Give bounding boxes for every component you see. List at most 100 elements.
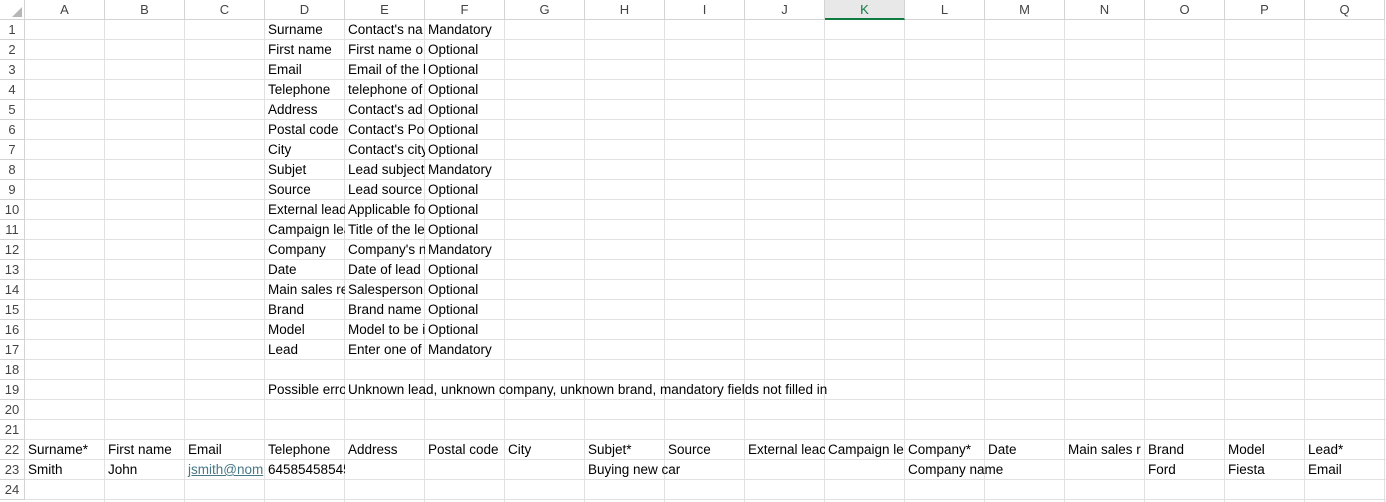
cell-field-name[interactable]: City [265, 140, 345, 160]
select-all-corner[interactable] [0, 0, 25, 20]
cell-example-value[interactable] [1065, 460, 1145, 480]
cell-import-header[interactable]: Lead* [1305, 440, 1385, 460]
cell-field-status[interactable]: Optional [425, 40, 505, 60]
column-header-b[interactable]: B [105, 0, 185, 20]
cell-field-status[interactable]: Optional [425, 200, 505, 220]
cell-field-status[interactable]: Optional [425, 140, 505, 160]
column-header-f[interactable]: F [425, 0, 505, 20]
column-header-l[interactable]: L [905, 0, 985, 20]
cell-import-header[interactable]: Subjet* [585, 440, 665, 460]
cell-example-value[interactable]: Company name [905, 460, 1003, 480]
column-header-n[interactable]: N [1065, 0, 1145, 20]
cell-field-name[interactable]: Surname [265, 20, 345, 40]
row-header-6[interactable]: 6 [0, 120, 25, 140]
cell-import-header[interactable]: Address [345, 440, 425, 460]
cell-example-value[interactable]: Ford [1145, 460, 1225, 480]
cell-field-status[interactable]: Optional [425, 100, 505, 120]
cell-field-name[interactable]: Source [265, 180, 345, 200]
cell-import-header[interactable]: Model [1225, 440, 1305, 460]
cell-field-status[interactable]: Optional [425, 180, 505, 200]
cell-field-status[interactable]: Optional [425, 120, 505, 140]
column-header-h[interactable]: H [585, 0, 665, 20]
cell-import-header[interactable]: First name [105, 440, 185, 460]
cell-import-header[interactable]: Company* [905, 440, 985, 460]
cell-field-name[interactable]: Main sales re [265, 280, 345, 300]
column-header-p[interactable]: P [1225, 0, 1305, 20]
cell-example-value[interactable]: Buying new car [585, 460, 680, 480]
cell-field-name[interactable]: Telephone [265, 80, 345, 100]
row-header-4[interactable]: 4 [0, 80, 25, 100]
cell-field-description[interactable]: Email of the l [345, 60, 425, 80]
row-header-19[interactable]: 19 [0, 380, 25, 400]
cell-import-header[interactable]: External leac [745, 440, 825, 460]
spreadsheet[interactable]: A B C D E F G H I J K L M N O P Q 1 2 3 4 5 6 7 8 9 10 11 12 13 14 15 16… [0, 0, 1386, 502]
cell-import-header[interactable]: Main sales r [1065, 440, 1145, 460]
row-header-16[interactable]: 16 [0, 320, 25, 340]
row-header-18[interactable]: 18 [0, 360, 25, 380]
column-header-q[interactable]: Q [1305, 0, 1385, 20]
cell-field-description[interactable]: telephone of [345, 80, 425, 100]
cell-field-description[interactable]: Brand name [345, 300, 425, 320]
cell-example-value[interactable] [345, 460, 425, 480]
cell-field-description[interactable]: Contact's Po [345, 120, 425, 140]
cell-import-header[interactable]: Brand [1145, 440, 1225, 460]
cell-field-status[interactable]: Optional [425, 280, 505, 300]
cell-field-status[interactable]: Optional [425, 300, 505, 320]
row-header-8[interactable]: 8 [0, 160, 25, 180]
cell-field-description[interactable]: Lead subject [345, 160, 425, 180]
cell-errors-text[interactable]: Unknown lead, unknown company, unknown b… [345, 380, 827, 400]
column-header-e[interactable]: E [345, 0, 425, 20]
cell-field-description[interactable]: First name o [345, 40, 425, 60]
cell-field-name[interactable]: Company [265, 240, 345, 260]
cell-field-name[interactable]: Subjet [265, 160, 345, 180]
row-header-1[interactable]: 1 [0, 20, 25, 40]
cell-example-value[interactable] [745, 460, 825, 480]
cell-example-value[interactable]: Smith [25, 460, 105, 480]
cell-field-name[interactable]: First name [265, 40, 345, 60]
cell-import-header[interactable]: Surname* [25, 440, 105, 460]
cell-field-description[interactable]: Contact's city [345, 140, 425, 160]
column-header-d[interactable]: D [265, 0, 345, 20]
cell-field-description[interactable]: Enter one of t [345, 340, 425, 360]
cell-example-value[interactable]: Email [1305, 460, 1385, 480]
cell-field-name[interactable]: Model [265, 320, 345, 340]
cell-field-description[interactable]: Title of the le [345, 220, 425, 240]
column-header-j[interactable]: J [745, 0, 825, 20]
cell-field-description[interactable]: Applicable fo [345, 200, 425, 220]
column-header-c[interactable]: C [185, 0, 265, 20]
row-header-11[interactable]: 11 [0, 220, 25, 240]
row-header-2[interactable]: 2 [0, 40, 25, 60]
cell-field-status[interactable]: Optional [425, 220, 505, 240]
column-header-o[interactable]: O [1145, 0, 1225, 20]
cell-example-email-link[interactable]: jsmith@nom [185, 460, 265, 480]
row-header-22[interactable]: 22 [0, 440, 25, 460]
column-header-i[interactable]: I [665, 0, 745, 20]
cell-field-status[interactable]: Optional [425, 80, 505, 100]
column-header-a[interactable]: A [25, 0, 105, 20]
row-header-13[interactable]: 13 [0, 260, 25, 280]
cell-example-value[interactable] [985, 460, 1065, 480]
cell-example-value[interactable] [665, 460, 745, 480]
cell-field-status[interactable]: Mandatory [425, 20, 505, 40]
cell-example-value[interactable]: 64585458545 [265, 460, 345, 480]
row-header-12[interactable]: 12 [0, 240, 25, 260]
column-header-k[interactable]: K [825, 0, 905, 20]
cell-import-header[interactable]: Telephone [265, 440, 345, 460]
cell-import-header[interactable]: Source [665, 440, 745, 460]
column-header-m[interactable]: M [985, 0, 1065, 20]
cell-import-header[interactable]: Postal code [425, 440, 505, 460]
row-header-3[interactable]: 3 [0, 60, 25, 80]
cell-errors-label[interactable]: Possible erro [265, 380, 345, 400]
cell-field-description[interactable]: Lead source [345, 180, 425, 200]
cell-import-header[interactable]: City [505, 440, 585, 460]
row-header-10[interactable]: 10 [0, 200, 25, 220]
cell-field-description[interactable]: Salesperson [345, 280, 425, 300]
column-header-g[interactable]: G [505, 0, 585, 20]
cell-field-name[interactable]: Brand [265, 300, 345, 320]
cell-field-description[interactable]: Company's n [345, 240, 425, 260]
cell-example-value[interactable] [505, 460, 585, 480]
cell-field-description[interactable]: Model to be i [345, 320, 425, 340]
cell-field-name[interactable]: Lead [265, 340, 345, 360]
row-header-7[interactable]: 7 [0, 140, 25, 160]
row-header-24[interactable]: 24 [0, 480, 25, 500]
